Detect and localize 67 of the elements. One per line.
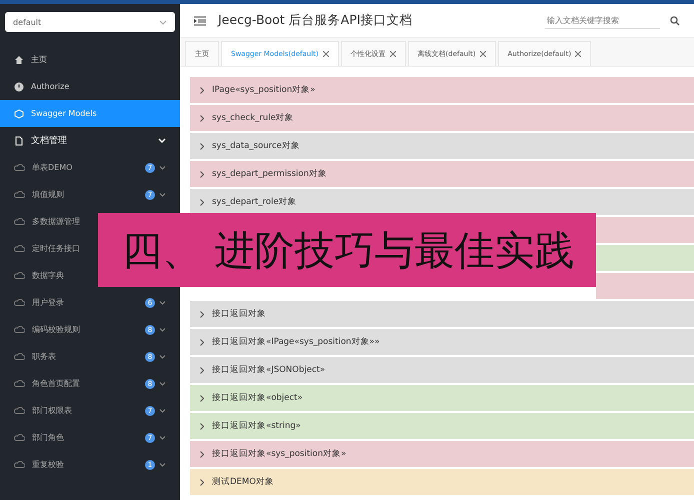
chevron-down-icon (159, 328, 166, 332)
sidebar-item[interactable]: 主页 (0, 46, 180, 73)
sidebar-item[interactable]: 定时任务接口 (0, 235, 94, 262)
chevron-right-icon (200, 114, 204, 122)
model-row[interactable]: 接口返回对象«string» (190, 413, 694, 439)
chevron-down-icon (159, 408, 166, 412)
chevron-down-icon (159, 166, 166, 170)
chevron-down-icon (159, 192, 166, 196)
cloud-icon (14, 218, 25, 225)
chevron-down-icon (159, 382, 166, 386)
chevron-right-icon (200, 450, 204, 458)
model-row[interactable]: 接口返回对象«object» (190, 385, 694, 411)
cube-icon (14, 108, 24, 118)
house-icon (14, 54, 24, 64)
search-icon[interactable] (670, 16, 680, 26)
chevron-right-icon (200, 310, 204, 318)
model-row[interactable]: sys_check_rule对象 (190, 105, 694, 131)
cloud-icon (14, 461, 25, 468)
page-title: Jeecg-Boot 后台服务API接口文档 (218, 12, 414, 29)
close-icon[interactable] (322, 51, 329, 57)
cloud-icon (14, 272, 25, 279)
close-icon[interactable] (575, 51, 582, 57)
model-row[interactable]: IPage«sys_position对象» (190, 77, 694, 103)
chevron-right-icon (200, 142, 204, 150)
model-row[interactable]: 测试DEMO对象 (190, 469, 694, 495)
cloud-icon (14, 353, 25, 360)
chevron-right-icon (200, 478, 204, 486)
chevron-icon (158, 138, 166, 143)
search-field[interactable]: 输入文档关键字搜索 (545, 12, 660, 28)
document-icon (14, 136, 24, 146)
title-banner: 四、 进阶技巧与最佳实践 (98, 213, 596, 287)
workspace-select[interactable]: default (5, 12, 175, 32)
cloud-icon (14, 326, 25, 333)
chevron-right-icon (200, 170, 204, 178)
chevron-right-icon (200, 198, 204, 206)
cloud-icon (14, 299, 25, 306)
model-row[interactable]: sys_data_source对象 (190, 133, 694, 159)
sidebar-item[interactable]: 文档管理 (0, 127, 180, 154)
cloud-icon (14, 380, 25, 387)
chevron-down-icon (159, 436, 166, 440)
close-icon[interactable] (480, 51, 486, 57)
chevron-down-icon (159, 354, 166, 358)
chevron-down-icon (159, 20, 167, 24)
sidebar-item[interactable]: 数据字典 (0, 262, 78, 289)
chevron-down-icon (159, 462, 166, 466)
model-row[interactable]: 接口返回对象«sys_position对象» (190, 441, 694, 467)
chevron-right-icon (200, 86, 204, 94)
model-row[interactable]: sys_depart_permission对象 (190, 161, 694, 187)
power-icon (14, 82, 24, 92)
close-icon[interactable] (390, 51, 396, 57)
cloud-icon (14, 407, 25, 414)
chevron-down-icon (159, 300, 166, 304)
chevron-right-icon (200, 366, 204, 374)
chevron-right-icon (200, 338, 204, 346)
model-row[interactable]: 接口返回对象 (190, 301, 694, 327)
chevron-right-icon (200, 422, 204, 430)
cloud-icon (14, 434, 25, 441)
model-row[interactable]: sys_depart_role对象 (190, 189, 694, 215)
sidebar-item[interactable]: 多数据源管理 (0, 208, 94, 235)
menu-icon[interactable] (194, 16, 206, 26)
cloud-icon (14, 245, 25, 252)
cloud-icon (14, 191, 25, 198)
cloud-icon (14, 164, 25, 171)
model-row[interactable]: 接口返回对象«JSONObject» (190, 357, 694, 383)
chevron-right-icon (200, 394, 204, 402)
sidebar-item[interactable]: Authorize (0, 73, 180, 100)
model-row[interactable]: 接口返回对象«IPage«sys_position对象»» (190, 329, 694, 355)
